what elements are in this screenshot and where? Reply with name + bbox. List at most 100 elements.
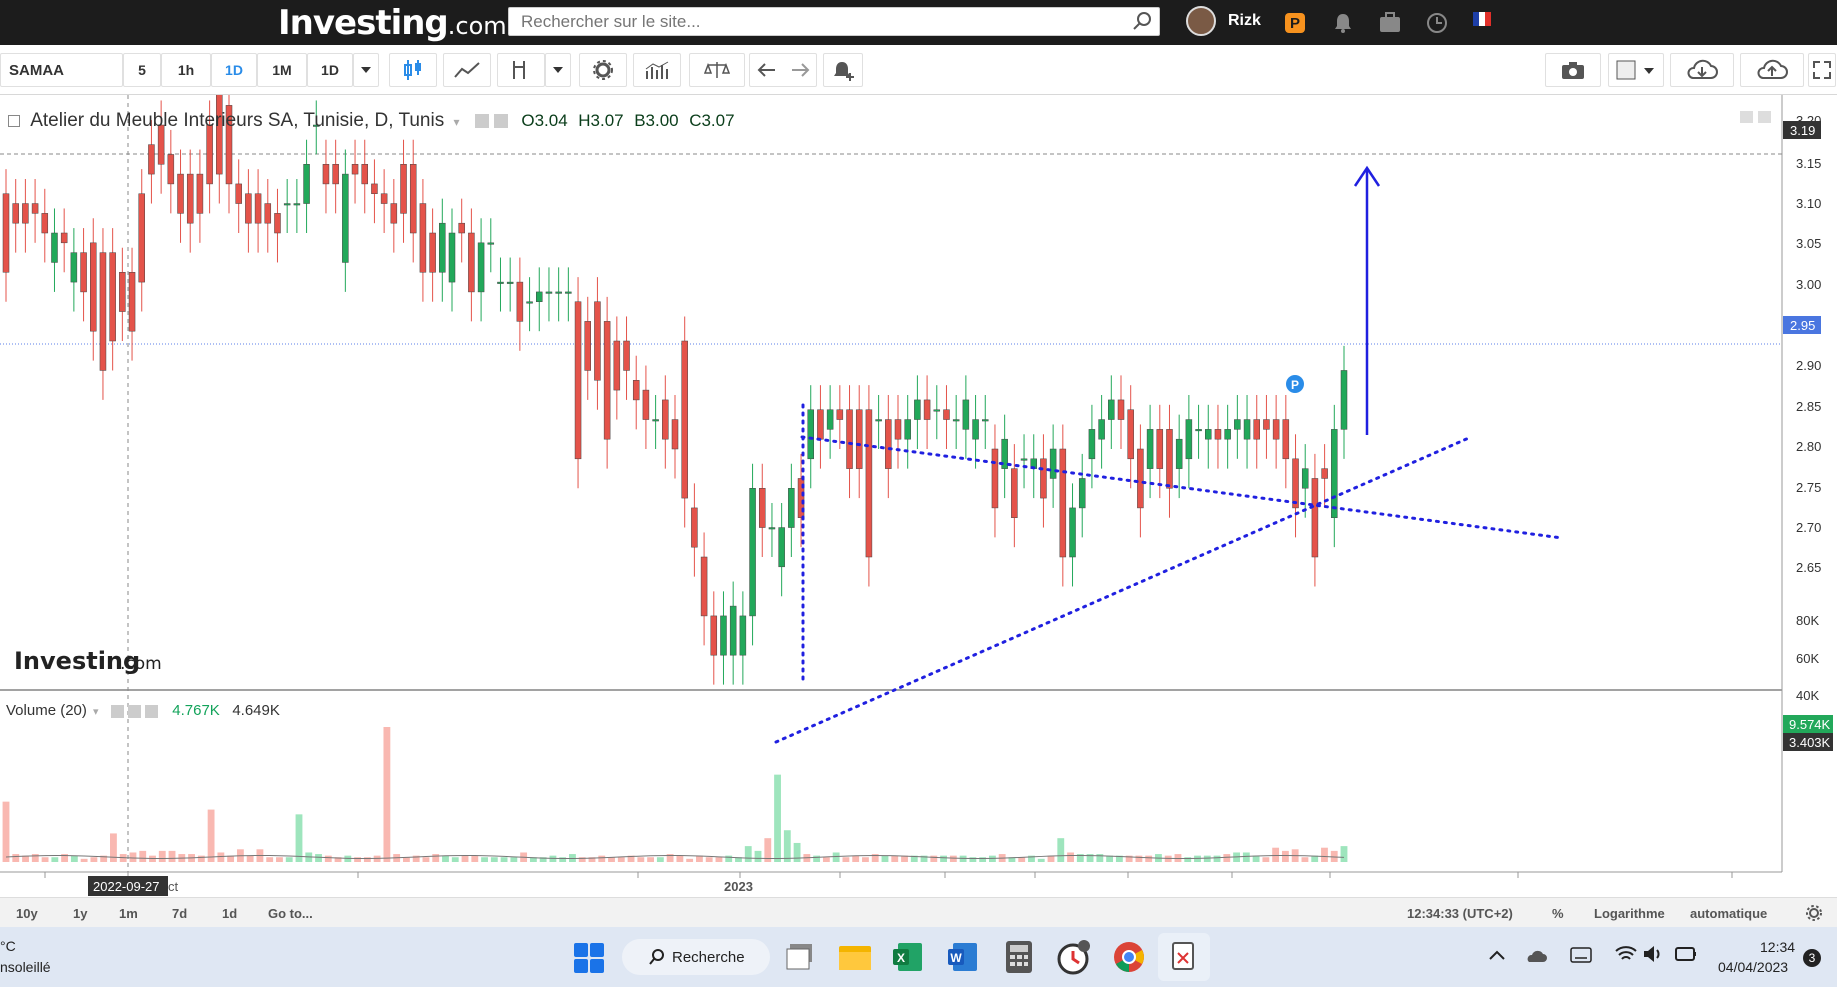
percent-toggle[interactable]: % [1552, 906, 1564, 921]
volume-bar [1321, 847, 1328, 862]
keyboard-icon[interactable] [1570, 947, 1592, 963]
candle-body [778, 527, 785, 568]
excel-icon[interactable]: X [892, 941, 924, 973]
volume-close-icon[interactable] [145, 704, 159, 718]
calculator-icon[interactable] [1004, 940, 1034, 974]
color-picker-button[interactable] [1608, 53, 1664, 87]
weather-desc[interactable]: nsoleillé [0, 959, 51, 975]
compare-button[interactable] [497, 53, 545, 87]
taskbar-time[interactable]: 12:34 [1760, 939, 1795, 955]
current-price-marker-text: 2.95 [1790, 318, 1815, 333]
candle-body [894, 419, 902, 440]
candle-body [952, 419, 960, 422]
volume-gear-icon[interactable] [127, 704, 141, 718]
file-explorer-icon[interactable] [838, 942, 872, 972]
volume-bar [31, 854, 39, 862]
weather-temp[interactable]: °C [0, 938, 16, 954]
auto-toggle[interactable]: automatique [1690, 906, 1767, 921]
candlestick-type-button[interactable] [389, 53, 437, 87]
candle-body [303, 164, 310, 204]
task-view-icon[interactable] [786, 942, 816, 972]
volume-bar [686, 858, 694, 862]
candle-body [264, 203, 272, 224]
taskbar-date[interactable]: 04/04/2023 [1718, 959, 1788, 975]
cloud-download-button[interactable] [1670, 53, 1734, 87]
price-axis-label: 2.90 [1796, 358, 1821, 373]
compare-dropdown[interactable] [545, 53, 571, 87]
candle-body [739, 615, 747, 656]
active-app-slot[interactable] [1158, 933, 1210, 981]
volume-settings-icon[interactable] [110, 704, 124, 718]
interval-1d-custom[interactable]: 1D [307, 53, 353, 87]
candle-body [1175, 438, 1183, 469]
cloud-upload-button[interactable] [1740, 53, 1804, 87]
candle-body [914, 399, 921, 420]
interval-5[interactable]: 5 [123, 53, 161, 87]
alert-button[interactable] [823, 53, 863, 87]
candle-body [632, 380, 640, 401]
portfolio-icon[interactable] [1379, 12, 1401, 34]
speaker-icon[interactable] [1643, 945, 1663, 963]
log-toggle[interactable]: Logarithme [1594, 906, 1665, 921]
redo-icon[interactable] [790, 62, 810, 78]
undo-redo-group[interactable] [749, 53, 817, 87]
candle-body [1098, 419, 1105, 440]
legend-dropdown-icon[interactable]: ▾ [454, 115, 460, 129]
settings-button[interactable] [579, 53, 627, 87]
wifi-icon[interactable] [1615, 945, 1637, 963]
volume-bar [324, 855, 332, 862]
volume-bar [490, 857, 498, 862]
undo-icon[interactable] [757, 62, 777, 78]
studies-button[interactable] [633, 53, 681, 87]
site-search-input[interactable] [508, 7, 1160, 36]
symbol-box[interactable]: SAMAA [0, 53, 123, 87]
screenshot-button[interactable] [1545, 53, 1601, 87]
interval-dropdown[interactable] [353, 53, 379, 87]
candle-body [855, 409, 863, 469]
indicators-button[interactable] [443, 53, 491, 87]
range-1m[interactable]: 1m [119, 906, 138, 921]
interval-1m[interactable]: 1M [257, 53, 307, 87]
pane-up-icon[interactable] [1740, 111, 1753, 123]
legend-gear-icon[interactable] [494, 113, 509, 128]
word-icon[interactable]: W [947, 941, 979, 973]
settings-gear-icon[interactable] [1805, 904, 1823, 922]
interval-1d[interactable]: 1D [211, 53, 257, 87]
price-axis-label: 3.00 [1796, 277, 1821, 292]
bell-icon[interactable] [1332, 12, 1354, 34]
volume-bar [168, 850, 176, 862]
france-flag-icon[interactable] [1473, 12, 1491, 26]
onedrive-icon[interactable] [1525, 947, 1547, 963]
range-7d[interactable]: 7d [172, 906, 187, 921]
range-10y[interactable]: 10y [16, 906, 38, 921]
search-icon[interactable] [1132, 11, 1152, 31]
pro-icon[interactable]: P [1284, 12, 1306, 34]
battery-icon[interactable] [1675, 945, 1697, 963]
range-1d[interactable]: 1d [222, 906, 237, 921]
clock-icon[interactable] [1426, 12, 1448, 34]
clock-app-icon[interactable] [1057, 939, 1091, 975]
username-label[interactable]: Rizk [1228, 12, 1261, 30]
investing-logo[interactable]: Investing.com [278, 3, 507, 43]
fullscreen-button[interactable] [1808, 53, 1836, 87]
windows-start-icon[interactable] [573, 942, 605, 974]
price-chart[interactable]: P3.203.153.103.053.002.902.852.802.752.7… [0, 95, 1837, 897]
collapse-icon[interactable] [8, 114, 20, 127]
chevron-up-icon[interactable] [1489, 949, 1505, 961]
candle-body [807, 409, 814, 460]
chrome-icon[interactable] [1112, 940, 1146, 974]
legend-settings-icon[interactable] [474, 113, 489, 128]
chart-area[interactable]: P 3.20 3.15 3.10 3.05 3.00 2.90 2.85 2.80 2.75 2.7… [0, 95, 1837, 897]
user-avatar[interactable] [1186, 6, 1216, 36]
range-1y[interactable]: 1y [73, 906, 87, 921]
taskbar-search[interactable]: Recherche [622, 939, 770, 975]
volume-bar [637, 857, 645, 862]
chart-title: Atelier du Meuble Interieurs SA, Tunisie… [30, 110, 445, 131]
notification-badge[interactable]: 3 [1803, 949, 1821, 967]
compare-scale-button[interactable] [689, 53, 745, 87]
goto-button[interactable]: Go to... [268, 906, 313, 921]
volume-dropdown-icon[interactable]: ▾ [93, 706, 99, 718]
pane-maximize-icon[interactable] [1758, 111, 1771, 123]
legend-open: O3.04 [521, 111, 568, 130]
interval-1h[interactable]: 1h [161, 53, 211, 87]
